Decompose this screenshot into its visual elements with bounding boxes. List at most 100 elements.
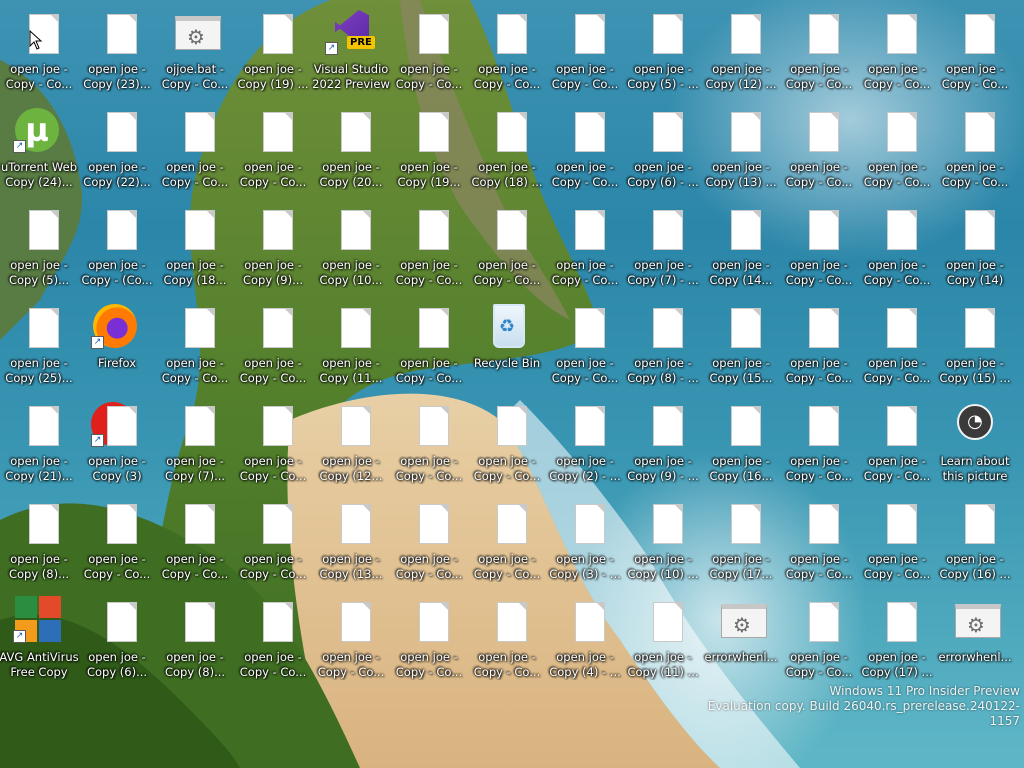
desktop-icon[interactable]: ↗ open joe - Copy (3)	[78, 396, 156, 492]
desktop-icon[interactable]: open joe - Copy (6)...	[78, 592, 156, 688]
desktop-icon[interactable]: open joe - Copy (19...	[390, 102, 468, 198]
desktop-icon[interactable]: open joe - Copy - Co...	[390, 592, 468, 688]
desktop-icon[interactable]: open joe - Copy - Co...	[546, 200, 624, 296]
desktop-icon[interactable]: open joe - Copy - (Co...	[78, 200, 156, 296]
desktop-icon[interactable]: ↗ AVG AntiVirus Free Copy	[0, 592, 79, 688]
desktop-icon[interactable]: open joe - Copy (20...	[312, 102, 390, 198]
desktop-icon[interactable]: open joe - Copy (16) ...	[936, 494, 1014, 590]
desktop-icon[interactable]: open joe - Copy - Co...	[234, 102, 312, 198]
desktop-icon[interactable]: open joe - Copy - Co...	[936, 4, 1014, 100]
file-icon	[955, 304, 995, 350]
desktop-icon-label: open joe - Copy - Co...	[473, 62, 541, 91]
desktop-icon[interactable]: open joe - Copy - Co...	[468, 4, 546, 100]
desktop-icon[interactable]: µ ↗ uTorrent Web Copy (24)...	[0, 102, 78, 198]
desktop-icon[interactable]: open joe - Copy (6) - ...	[624, 102, 702, 198]
file-icon	[97, 10, 137, 56]
desktop-icon[interactable]: open joe - Copy (7) - ...	[624, 200, 702, 296]
desktop-icon[interactable]: open joe - Copy - Co...	[780, 396, 858, 492]
desktop-icon[interactable]: Recycle Bin	[468, 298, 546, 394]
desktop-icon[interactable]: open joe - Copy (13) ...	[702, 102, 780, 198]
desktop-icon[interactable]: open joe - Copy (16...	[702, 396, 780, 492]
desktop-icon[interactable]: open joe - Copy - Co...	[780, 200, 858, 296]
desktop-icon[interactable]: open joe - Copy (13...	[312, 494, 390, 590]
desktop-icon[interactable]: ↗ Firefox	[78, 298, 156, 394]
desktop-icon-label: open joe - Copy - Co...	[473, 650, 541, 679]
file-icon	[565, 500, 605, 546]
desktop-icon[interactable]: open joe - Copy (25)...	[0, 298, 78, 394]
desktop-icon[interactable]: open joe - Copy (14...	[702, 200, 780, 296]
desktop-icon[interactable]: open joe - Copy (9)...	[234, 200, 312, 296]
desktop-icon[interactable]: open joe - Copy - Co...	[936, 102, 1014, 198]
desktop-icon[interactable]: open joe - Copy - Co...	[468, 494, 546, 590]
desktop-icon[interactable]: open joe - Copy - Co...	[468, 200, 546, 296]
desktop-icon[interactable]: open joe - Copy - Co...	[858, 102, 936, 198]
desktop-icon[interactable]: open joe - Copy (5) - ...	[624, 4, 702, 100]
desktop-icon[interactable]: open joe - Copy - Co...	[546, 4, 624, 100]
desktop-icon[interactable]: open joe - Copy - Co...	[780, 592, 858, 688]
desktop-icon[interactable]: open joe - Copy - Co...	[468, 396, 546, 492]
desktop-icon[interactable]: open joe - Copy (17) ...	[858, 592, 936, 688]
desktop-icon[interactable]: open joe - Copy - Co...	[0, 4, 78, 100]
desktop-icon[interactable]: open joe - Copy (8)...	[156, 592, 234, 688]
desktop-icon[interactable]: open joe - Copy (18) ...	[468, 102, 546, 198]
desktop-icon[interactable]: open joe - Copy - Co...	[858, 200, 936, 296]
desktop-icon[interactable]: open joe - Copy (9) - ...	[624, 396, 702, 492]
desktop-icon[interactable]: open joe - Copy - Co...	[156, 102, 234, 198]
desktop-icon[interactable]: open joe - Copy - Co...	[468, 592, 546, 688]
desktop-icon[interactable]: open joe - Copy (10...	[312, 200, 390, 296]
desktop-icon[interactable]: open joe - Copy (15...	[702, 298, 780, 394]
desktop-icon[interactable]: open joe - Copy - Co...	[546, 298, 624, 394]
desktop-icon[interactable]: open joe - Copy - Co...	[234, 298, 312, 394]
desktop-icon[interactable]: open joe - Copy (2) - ...	[546, 396, 624, 492]
desktop-icon[interactable]: open joe - Copy (4) - ...	[546, 592, 624, 688]
file-icon	[19, 304, 59, 350]
desktop-icon[interactable]: ◔ Learn about this picture	[936, 396, 1014, 492]
desktop-icon[interactable]: ⚙ errorwhenl...	[936, 592, 1014, 688]
desktop-icon[interactable]: open joe - Copy (11...	[312, 298, 390, 394]
desktop-icon[interactable]: open joe - Copy (21)...	[0, 396, 78, 492]
desktop-icon[interactable]: open joe - Copy (5)...	[0, 200, 78, 296]
desktop-icon[interactable]: open joe - Copy (22)...	[78, 102, 156, 198]
desktop-icon[interactable]: PRE ↗ Visual Studio 2022 Preview	[312, 4, 390, 100]
desktop-icon[interactable]: open joe - Copy (15) ...	[936, 298, 1014, 394]
desktop-icon[interactable]: open joe - Copy (11) ...	[624, 592, 702, 688]
desktop-icon[interactable]: open joe - Copy (23)...	[78, 4, 156, 100]
desktop-icon[interactable]: open joe - Copy - Co...	[390, 494, 468, 590]
desktop-icon[interactable]: open joe - Copy (8) - ...	[624, 298, 702, 394]
desktop-icon[interactable]: open joe - Copy - Co...	[234, 592, 312, 688]
desktop-icon[interactable]: open joe - Copy (8)...	[0, 494, 78, 590]
desktop-icon-label: open joe - Copy - Co...	[785, 62, 853, 91]
desktop-icon[interactable]: open joe - Copy - Co...	[156, 494, 234, 590]
desktop-icon[interactable]: open joe - Copy - Co...	[858, 4, 936, 100]
desktop-icon[interactable]: open joe - Copy - Co...	[78, 494, 156, 590]
desktop-icon[interactable]: open joe - Copy - Co...	[390, 4, 468, 100]
desktop-icon[interactable]: open joe - Copy (17...	[702, 494, 780, 590]
desktop-icon[interactable]: open joe - Copy - Co...	[234, 396, 312, 492]
desktop-icon[interactable]: open joe - Copy - Co...	[390, 396, 468, 492]
desktop-icon[interactable]: open joe - Copy - Co...	[780, 298, 858, 394]
desktop-icon[interactable]: open joe - Copy - Co...	[858, 494, 936, 590]
desktop-icon[interactable]: open joe - Copy - Co...	[390, 200, 468, 296]
desktop-icon[interactable]: open joe - Copy (19) ...	[234, 4, 312, 100]
desktop-icon[interactable]: open joe - Copy - Co...	[156, 298, 234, 394]
desktop-icon[interactable]: open joe - Copy (10) ...	[624, 494, 702, 590]
desktop-icon[interactable]: open joe - Copy - Co...	[780, 102, 858, 198]
desktop-icon[interactable]: open joe - Copy (14)	[936, 200, 1014, 296]
desktop-icon[interactable]: open joe - Copy - Co...	[780, 494, 858, 590]
desktop-icon[interactable]: open joe - Copy (7)...	[156, 396, 234, 492]
desktop-icon[interactable]: open joe - Copy (3) - ...	[546, 494, 624, 590]
desktop-icon[interactable]: open joe - Copy - Co...	[312, 592, 390, 688]
desktop-icon[interactable]: open joe - Copy - Co...	[546, 102, 624, 198]
desktop-icon-label: open joe - Copy - Co...	[473, 552, 541, 581]
desktop-icon[interactable]: open joe - Copy (12) ...	[702, 4, 780, 100]
desktop-icon[interactable]: open joe - Copy - Co...	[234, 494, 312, 590]
desktop-icon[interactable]: open joe - Copy (18...	[156, 200, 234, 296]
desktop-icon[interactable]: open joe - Copy - Co...	[858, 396, 936, 492]
desktop-icon[interactable]: open joe - Copy - Co...	[858, 298, 936, 394]
desktop-icon[interactable]: ⚙ errorwhenl...	[702, 592, 780, 688]
desktop-icon[interactable]: ⚙ ojjoe.bat - Copy - Co...	[156, 4, 234, 100]
visual-studio-icon: PRE ↗	[325, 10, 375, 56]
desktop-icon[interactable]: open joe - Copy - Co...	[780, 4, 858, 100]
desktop-icon[interactable]: open joe - Copy - Co...	[390, 298, 468, 394]
desktop-icon[interactable]: open joe - Copy (12...	[312, 396, 390, 492]
